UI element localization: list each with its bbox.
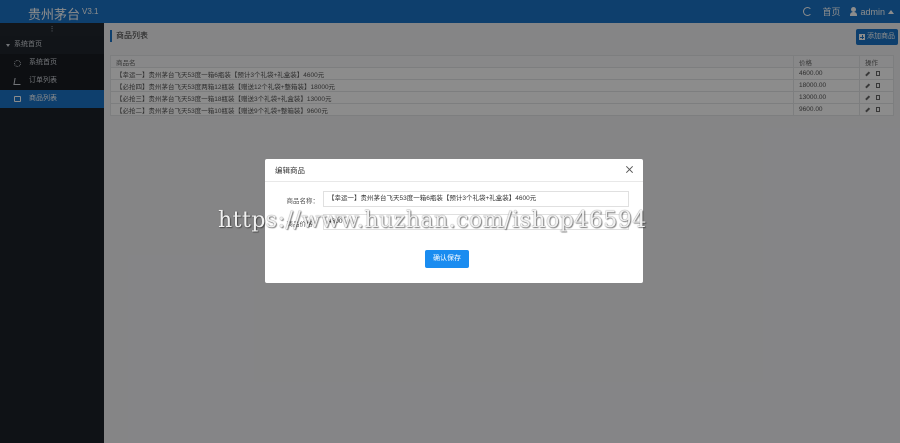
confirm-save-button[interactable]: 确认保存 [425,250,469,268]
dialog-header: 编辑商品 [265,159,643,182]
name-field-label: 商品名称： [286,198,320,205]
dialog-title: 编辑商品 [275,166,305,175]
watermark-text: https://www.huzhan.com/ishop46594 [218,208,647,233]
name-form-row: 商品名称： 【幸运一】贵州茅台飞天53度一箱6瓶装【预计3个礼袋+礼盒装】460… [275,191,631,207]
close-icon[interactable] [625,165,634,174]
name-input[interactable]: 【幸运一】贵州茅台飞天53度一箱6瓶装【预计3个礼袋+礼盒装】4600元 [323,191,629,207]
